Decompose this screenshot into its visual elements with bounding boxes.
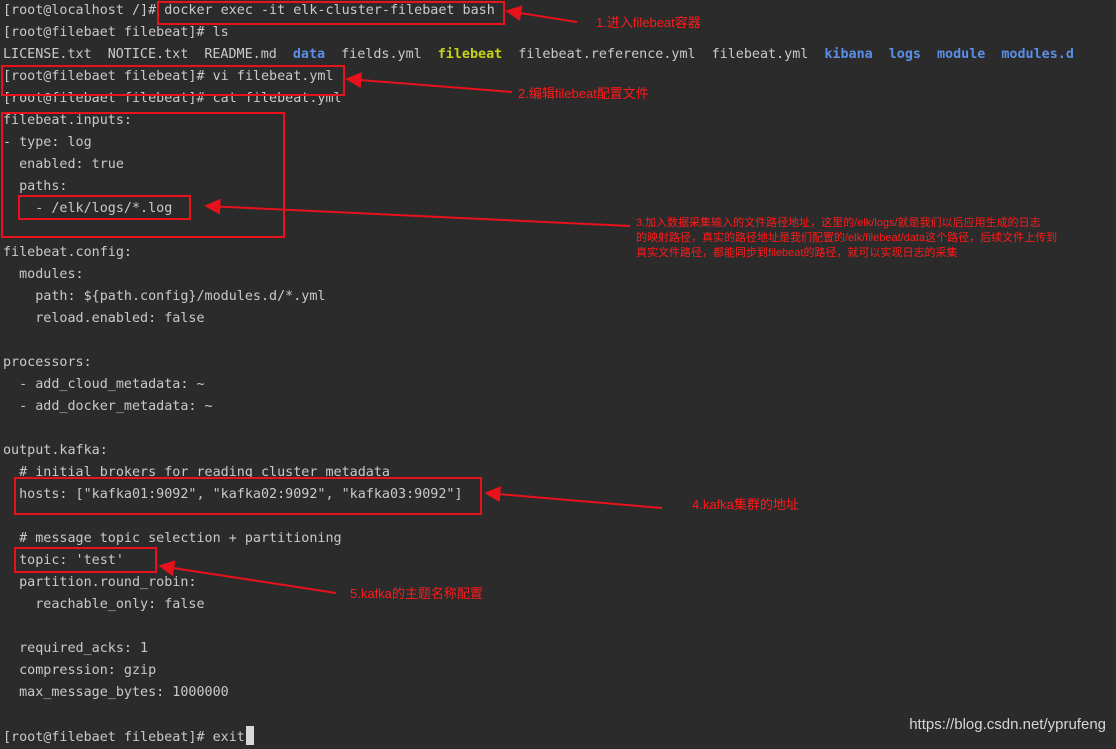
ls-item-file: fields.yml xyxy=(341,47,422,62)
config-line: path: ${path.config}/modules.d/*.yml xyxy=(3,289,326,304)
highlight-box-vi-command xyxy=(1,65,345,96)
annotation-5: 5.kafka的主题名称配置 xyxy=(350,586,483,601)
config-line: processors: xyxy=(3,355,92,370)
config-line: required_acks: 1 xyxy=(3,641,149,656)
annotation-3: 3.加入数据采集输入的文件路径地址，这里的/elk/logs/就是我们以后应用生… xyxy=(636,216,1057,261)
ls-item-dir: kibana xyxy=(824,47,873,62)
config-line: partition.round_robin: xyxy=(3,575,197,590)
config-line: max_message_bytes: 1000000 xyxy=(3,685,229,700)
ls-item-dir: logs xyxy=(888,47,921,62)
config-line: compression: gzip xyxy=(3,663,157,678)
annotation-2: 2.编辑filebeat配置文件 xyxy=(518,86,649,101)
ls-item-file: LICENSE.txt xyxy=(3,47,92,62)
prompt-text: [root@filebaet filebeat]# exit xyxy=(3,730,245,745)
ls-output-line: LICENSE.txt NOTICE.txt README.md data fields… xyxy=(3,44,1090,66)
ls-item-dir: modules.d xyxy=(1001,47,1074,62)
highlight-box-topic xyxy=(14,547,157,573)
ls-item-file: README.md xyxy=(204,47,277,62)
ls-item-file: filebeat.reference.yml xyxy=(518,47,696,62)
config-line: - add_docker_metadata: ~ xyxy=(3,399,213,414)
annotation-3-line: 3.加入数据采集输入的文件路径地址，这里的/elk/logs/就是我们以后应用生… xyxy=(636,217,1041,229)
annotation-4: 4.kafka集群的地址 xyxy=(692,497,799,512)
config-line: modules: xyxy=(3,267,84,282)
ls-item-file: filebeat.yml xyxy=(711,47,809,62)
text-cursor xyxy=(245,726,254,745)
ls-item-dir: data xyxy=(292,47,326,62)
config-line: reload.enabled: false xyxy=(3,311,205,326)
ls-item-exec: filebeat xyxy=(437,47,503,62)
ls-item-dir: module xyxy=(937,47,986,62)
config-line: - add_cloud_metadata: ~ xyxy=(3,377,205,392)
config-line: reachable_only: false xyxy=(3,597,205,612)
annotation-3-line: 的映射路径，真实的路径地址是我们配置的/elk/filebeat/data这个路… xyxy=(636,232,1058,244)
config-line: output.kafka: xyxy=(3,443,108,458)
highlight-box-log-path xyxy=(18,195,191,220)
terminal-line: [root@filebaet filebeat]# ls xyxy=(3,25,229,40)
terminal-prompt-line[interactable]: [root@filebaet filebeat]# exit xyxy=(3,726,254,748)
config-line: filebeat.config: xyxy=(3,245,132,260)
highlight-box-docker-exec xyxy=(157,1,505,25)
annotation-1: 1.进入filebeat容器 xyxy=(596,15,701,30)
highlight-box-kafka-hosts xyxy=(14,477,482,515)
watermark: https://blog.csdn.net/yprufeng xyxy=(909,716,1106,733)
annotation-3-line: 真实文件路径，都能同步到filebeat的路径，就可以实现日志的采集 xyxy=(636,247,958,259)
ls-item-file: NOTICE.txt xyxy=(107,47,189,62)
